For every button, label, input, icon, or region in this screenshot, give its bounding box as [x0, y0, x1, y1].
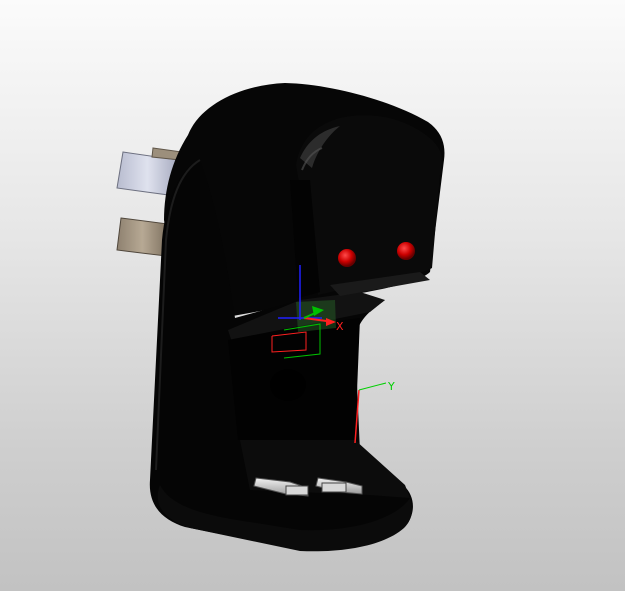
- plug-pin-bottom: [116, 217, 169, 257]
- part-axis-y-label: Y: [387, 380, 395, 393]
- led-right: [397, 242, 415, 260]
- part-axis[interactable]: Y: [354, 380, 395, 444]
- part-axis-y-line: [358, 382, 387, 391]
- led-left: [338, 249, 356, 267]
- triad-x-label: X: [336, 320, 344, 333]
- model-scene[interactable]: X Y: [0, 0, 625, 591]
- 3d-viewport[interactable]: X Y: [0, 0, 625, 591]
